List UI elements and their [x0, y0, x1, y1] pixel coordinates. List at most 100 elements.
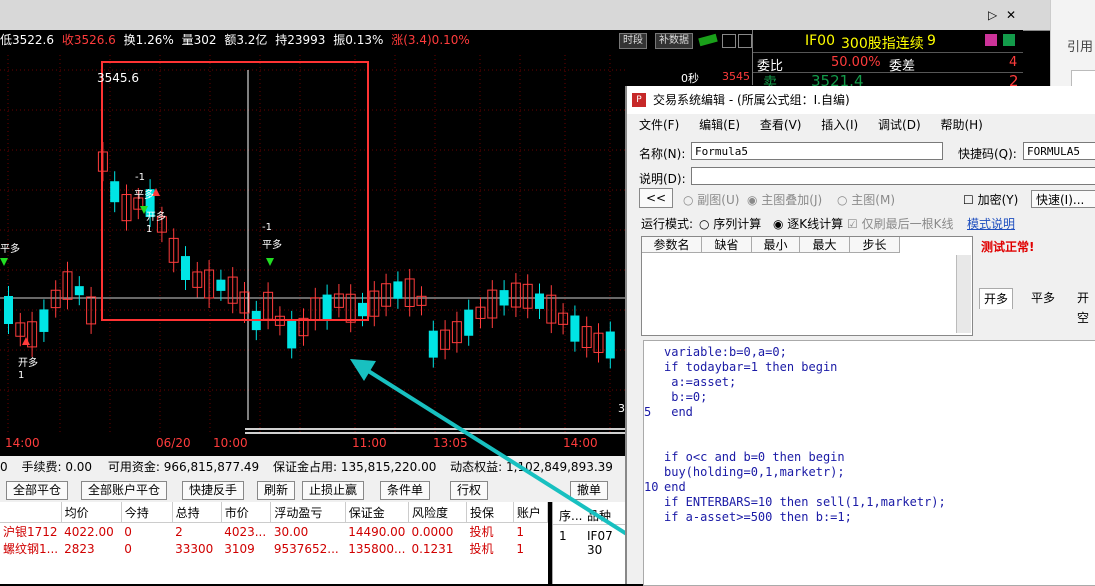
name-label: 名称(N): — [639, 147, 686, 161]
parameter-grid[interactable]: 参数名 缺省 最小 最大 步长 — [641, 236, 973, 336]
col-pnl[interactable]: 浮动盈亏 — [270, 502, 346, 523]
candle-body — [181, 256, 190, 280]
col-avg[interactable]: 均价 — [61, 502, 122, 523]
formula-editor-dialog: P 交易系统编辑 - (所属公式组：I.自编) 文件(F) 编辑(E) 查看(V… — [625, 86, 1095, 586]
price-top-label: 3545.6 — [97, 71, 139, 85]
col-total[interactable]: 总持 — [172, 502, 222, 523]
candle-body — [4, 296, 13, 324]
dialog-title: 交易系统编辑 - (所属公式组：I.自编) — [653, 93, 850, 107]
cell-pnl: 9537652... — [273, 541, 339, 556]
app-icon: P — [632, 93, 646, 107]
menu-insert[interactable]: 插入(I) — [821, 118, 858, 132]
code-editor[interactable]: variable:b=0,a=0; if todaybar=1 then begi… — [643, 340, 1095, 586]
signal-label: 平多 — [0, 244, 20, 255]
line-number: 10 — [644, 480, 659, 494]
seconds-label: 0秒 — [681, 72, 699, 85]
code-line[interactable]: buy(holding=0,1,marketr); — [664, 465, 845, 479]
radio-main-chart[interactable]: ○ 主图(M) — [837, 191, 895, 208]
close-all-accounts-button[interactable]: 全部账户平仓 — [81, 481, 168, 500]
contract-num: 9 — [927, 33, 936, 49]
x-label-1: 06/20 — [156, 436, 191, 450]
param-col-min: 最小 — [752, 237, 800, 253]
close-icon[interactable]: ✕ — [1006, 8, 1016, 22]
desc-label: 说明(D): — [639, 172, 686, 186]
quick-reverse-button[interactable]: 快捷反手 — [182, 481, 245, 500]
menu-edit[interactable]: 编辑(E) — [699, 118, 740, 132]
candle-body — [358, 302, 367, 317]
radio-sequence[interactable]: ○ 序列计算 — [699, 215, 761, 232]
cell-avg: 2823 — [64, 541, 95, 556]
dialog-titlebar[interactable]: P 交易系统编辑 - (所属公式组：I.自编) — [627, 86, 1095, 114]
time-period-button[interactable]: 时段 — [619, 33, 647, 49]
tab-open-long[interactable]: 开多 — [979, 288, 1014, 309]
menu-debug[interactable]: 调试(D) — [878, 118, 921, 132]
menu-view[interactable]: 查看(V) — [760, 118, 802, 132]
close-all-button[interactable]: 全部平仓 — [6, 481, 69, 500]
axis-price-label: 3545 — [722, 70, 750, 83]
code-line[interactable]: end — [664, 480, 686, 494]
dialog-menubar: 文件(F) 编辑(E) 查看(V) 插入(I) 调试(D) 帮助(H) — [627, 114, 1095, 136]
cell-price: 3109 — [224, 541, 255, 556]
low-price: 低3522.6 — [0, 33, 54, 47]
cell-name: 沪银1712 — [3, 525, 58, 539]
refresh-button[interactable]: 刷新 — [257, 481, 296, 500]
candle-body — [74, 286, 84, 296]
code-line[interactable]: if a-asset>=500 then b:=1; — [664, 510, 852, 524]
quick-button[interactable]: 快速(I)... — [1031, 190, 1095, 208]
code-line[interactable]: b:=0; — [664, 390, 707, 404]
candle-body — [464, 309, 474, 336]
cell-total: 33300 — [175, 541, 214, 556]
candle-body — [499, 290, 509, 306]
col-today[interactable]: 今持 — [121, 502, 173, 523]
chart-window-titlebar: ▷ ✕ — [0, 0, 1050, 31]
amplitude: 振0.13% — [333, 33, 384, 47]
pin-icon[interactable] — [985, 34, 997, 46]
radio-main-overlay[interactable]: ◉ 主图叠加(J) — [747, 191, 822, 208]
weicha-value: 4 — [1009, 55, 1018, 70]
tab-open-short[interactable]: 开空 — [1073, 288, 1095, 325]
code-line[interactable]: a:=asset; — [664, 375, 736, 389]
signal-sub: 平多 — [134, 190, 154, 201]
code-line[interactable]: if todaybar=1 then begin — [664, 360, 837, 374]
param-col-max: 最大 — [800, 237, 850, 253]
param-col-default: 缺省 — [702, 237, 752, 253]
expand-icon[interactable] — [1003, 34, 1015, 46]
window-icon[interactable] — [722, 34, 736, 48]
weibi-value: 50.00% — [831, 55, 881, 70]
menu-help[interactable]: 帮助(H) — [940, 118, 982, 132]
candle-body — [287, 320, 297, 349]
available-value: 966,815,877.49 — [163, 460, 260, 474]
signal-label: -1 — [135, 172, 145, 183]
code-line[interactable]: if ENTERBARS=10 then sell(1,1,marketr); — [664, 495, 946, 509]
amount: 额3.2亿 — [224, 33, 268, 47]
col-name — [0, 502, 62, 523]
annotation-arrow — [350, 359, 662, 557]
play-icon[interactable]: ▷ — [988, 8, 997, 22]
candle-body — [428, 330, 438, 358]
candle-body — [535, 293, 544, 309]
name-input[interactable]: Formula5 — [691, 142, 943, 160]
price-change: 涨(3.4)0.10% — [391, 33, 470, 47]
fill-data-button[interactable]: 补数据 — [655, 33, 693, 49]
radio-sub-chart[interactable]: ○ 副图(U) — [683, 191, 739, 208]
col-price[interactable]: 市价 — [221, 502, 272, 523]
desc-input[interactable] — [691, 167, 1095, 185]
code-line[interactable]: variable:b=0,a=0; — [664, 345, 787, 359]
back-button[interactable]: << — [639, 188, 673, 208]
code-line[interactable]: end — [664, 405, 693, 419]
candle-body — [322, 294, 332, 320]
tab-close-long[interactable]: 平多 — [1027, 288, 1059, 308]
radio-per-bar[interactable]: ◉ 逐K线计算 — [773, 215, 843, 232]
hotkey-input[interactable]: FORMULA5 — [1023, 142, 1095, 160]
param-col-name: 参数名 — [642, 237, 702, 253]
margin-label: 保证金占用: — [273, 460, 338, 474]
menu-file[interactable]: 文件(F) — [639, 118, 679, 132]
cell-name: 螺纹钢1... — [3, 542, 59, 556]
window-icon-2[interactable] — [738, 34, 752, 48]
code-line[interactable]: if o<c and b=0 then begin — [664, 450, 845, 464]
last-bar-checkbox[interactable]: ☑ 仅刷最后一根K线 — [847, 215, 953, 232]
signal-sub: 平多 — [262, 240, 282, 251]
param-scrollbar[interactable] — [956, 255, 971, 333]
encrypt-checkbox[interactable]: ☐ 加密(Y) — [963, 191, 1018, 208]
mode-help-link[interactable]: 模式说明 — [967, 215, 1015, 232]
